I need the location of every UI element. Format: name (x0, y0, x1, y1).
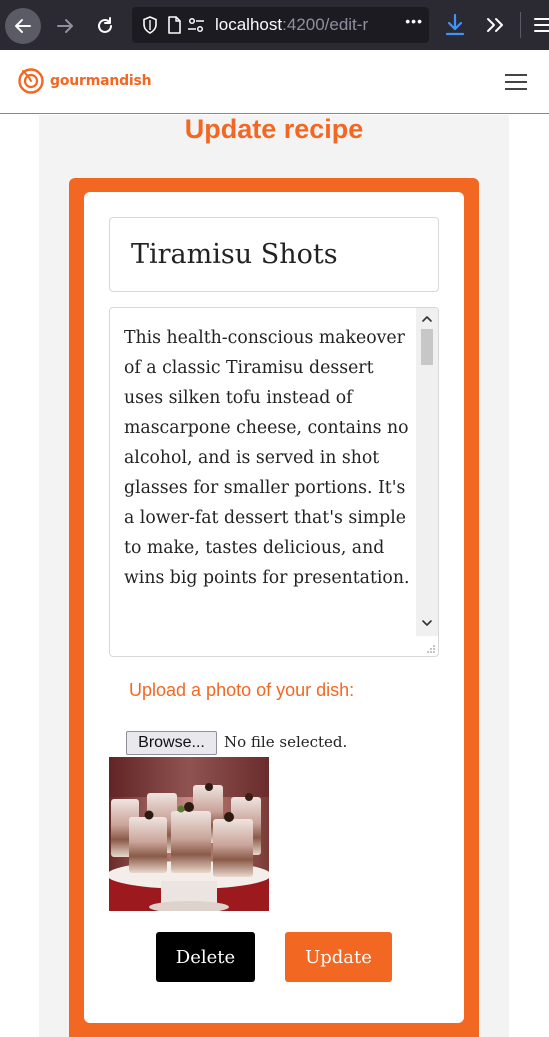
overflow-button[interactable] (480, 8, 510, 42)
textarea-scrollbar[interactable] (416, 308, 438, 636)
file-status: No file selected. (224, 733, 348, 751)
shield-icon[interactable] (140, 15, 160, 35)
url-host: localhost (215, 15, 283, 34)
brand-logo[interactable]: gourmandish (17, 67, 152, 95)
browse-button[interactable]: Browse... (126, 731, 217, 755)
resize-grip-icon[interactable] (426, 644, 436, 654)
browser-toolbar: localhost:4200/edit-r ••• (0, 0, 549, 50)
downloads-button[interactable] (440, 8, 470, 42)
page-actions-button[interactable]: ••• (405, 13, 423, 29)
recipe-title-input[interactable]: Tiramisu Shots (109, 217, 439, 292)
page-title: Update recipe (184, 114, 364, 144)
address-bar[interactable]: localhost:4200/edit-r ••• (132, 7, 429, 43)
scroll-up-icon[interactable] (421, 313, 433, 325)
url-text: localhost:4200/edit-r (215, 15, 368, 35)
hamburger-bar (505, 74, 527, 76)
chevrons-right-icon (487, 18, 503, 32)
update-button[interactable]: Update (285, 932, 392, 982)
forward-button[interactable] (47, 8, 83, 44)
url-path: :4200/edit-r (282, 15, 369, 34)
arrow-left-icon (15, 19, 31, 33)
permissions-icon[interactable] (186, 15, 206, 35)
toolbar-separator (520, 12, 521, 38)
brand-name: gourmandish (50, 73, 152, 89)
reload-icon (98, 17, 112, 33)
scroll-down-icon[interactable] (421, 617, 433, 629)
nav-menu-button[interactable] (505, 74, 527, 90)
description-text: This health-conscious makeover of a clas… (124, 328, 410, 588)
scroll-thumb[interactable] (421, 329, 433, 365)
upload-label: Upload a photo of your dish: (129, 680, 355, 700)
hamburger-bar (505, 81, 527, 83)
recipe-description-textarea[interactable]: This health-conscious makeover of a clas… (109, 307, 439, 657)
hamburger-icon (534, 18, 549, 32)
reload-button[interactable] (87, 8, 123, 44)
arrow-right-icon (57, 19, 73, 33)
page-icon[interactable] (164, 15, 184, 35)
dish-photo (109, 757, 269, 911)
app-header: gourmandish (0, 50, 549, 114)
hamburger-bar (505, 88, 527, 90)
download-icon (445, 13, 465, 36)
back-button[interactable] (5, 8, 41, 44)
delete-button[interactable]: Delete (156, 932, 255, 982)
logo-icon (18, 68, 44, 94)
app-menu-button[interactable] (528, 8, 549, 42)
